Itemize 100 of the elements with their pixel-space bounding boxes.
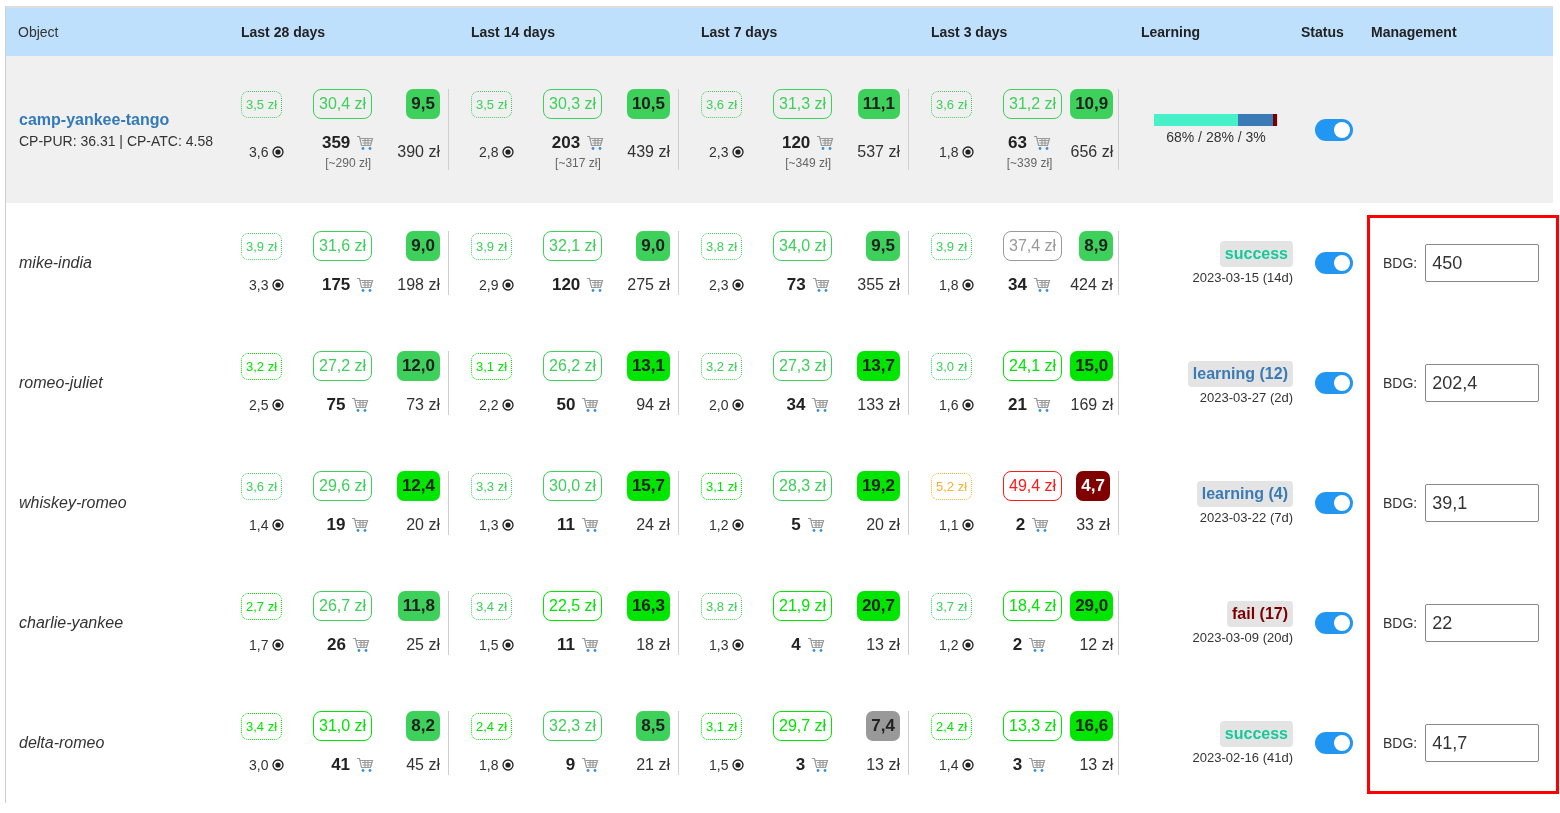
cpa-badge: 30,3 zł bbox=[543, 89, 603, 119]
column-header: Last 7 days bbox=[701, 24, 779, 40]
cpa-badge: 27,3 zł bbox=[773, 351, 833, 381]
purchases-count: 19 bbox=[326, 515, 346, 535]
target-icon bbox=[502, 399, 515, 411]
cost-value: 390 zł bbox=[397, 142, 440, 161]
purchases-count: 120 bbox=[781, 133, 811, 153]
column-header: Learning bbox=[1141, 24, 1202, 40]
cpa-badge: 26,2 zł bbox=[543, 351, 603, 381]
score-badge: 15,7 bbox=[626, 471, 670, 501]
cart-icon bbox=[1028, 637, 1047, 653]
purchases-count: 34 bbox=[786, 395, 806, 415]
clicks-value: 1,2 bbox=[709, 517, 729, 533]
campaign-name: mike-india bbox=[19, 254, 93, 272]
clicks-value: 1,8 bbox=[939, 277, 959, 293]
purchases-value: [~349 zł] bbox=[785, 156, 831, 170]
learning-date: 2023-03-15 (14d) bbox=[1192, 270, 1293, 285]
purchases-value: [~290 zł] bbox=[325, 156, 371, 170]
target-icon bbox=[732, 399, 745, 411]
cpa-badge: 28,3 zł bbox=[773, 471, 833, 501]
budget-input[interactable]: 22 bbox=[1425, 604, 1540, 642]
cpa-badge: 29,7 zł bbox=[773, 711, 833, 741]
status-toggle[interactable] bbox=[1314, 732, 1353, 754]
column-header: Last 14 days bbox=[471, 24, 557, 40]
cost-value: 24 zł bbox=[636, 516, 670, 534]
clicks-value: 1,8 bbox=[939, 143, 959, 160]
clicks-value: 1,3 bbox=[479, 517, 499, 533]
score-badge: 12,4 bbox=[396, 471, 440, 501]
cart-icon bbox=[351, 397, 370, 413]
cart-icon bbox=[1031, 517, 1050, 533]
target-icon bbox=[502, 279, 515, 291]
cpa-badge: 37,4 zł bbox=[1003, 231, 1063, 261]
cpa-badge: 21,9 zł bbox=[773, 591, 833, 621]
cost-value: 424 zł bbox=[1070, 276, 1113, 294]
cart-icon bbox=[1028, 757, 1047, 773]
target-icon bbox=[732, 759, 745, 771]
cpa-badge: 29,6 zł bbox=[313, 471, 373, 501]
purchases-count: 120 bbox=[551, 275, 581, 295]
budget-input[interactable]: 41,7 bbox=[1425, 724, 1540, 762]
purchases-count: 34 bbox=[1008, 275, 1028, 295]
budget-input[interactable]: 39,1 bbox=[1425, 484, 1540, 522]
clicks-value: 1,1 bbox=[939, 517, 959, 533]
cpa-badge: 30,4 zł bbox=[313, 89, 373, 119]
cpa-badge: 31,3 zł bbox=[773, 89, 833, 119]
target-icon bbox=[272, 519, 285, 531]
clicks-value: 1,4 bbox=[249, 517, 269, 533]
score-badge: 16,3 bbox=[626, 591, 670, 621]
budget-label: BDG: bbox=[1383, 615, 1418, 631]
score-badge: 20,7 bbox=[856, 591, 900, 621]
purchases-count: 73 bbox=[786, 275, 806, 295]
cart-icon bbox=[811, 277, 830, 293]
clicks-value: 1,4 bbox=[939, 757, 959, 773]
cpa-badge: 22,5 zł bbox=[543, 591, 603, 621]
target-icon bbox=[272, 399, 285, 411]
clicks-value: 1,6 bbox=[939, 397, 959, 413]
purchases-count: 175 bbox=[321, 275, 351, 295]
cart-icon bbox=[580, 637, 599, 653]
target-icon bbox=[272, 759, 285, 771]
learning-status: learning (12) bbox=[1187, 361, 1293, 387]
campaign-link[interactable]: camp-yankee-tango bbox=[19, 110, 241, 129]
purchases-count: 63 bbox=[1008, 133, 1028, 153]
status-toggle[interactable] bbox=[1314, 492, 1353, 514]
clicks-value: 1,8 bbox=[479, 757, 499, 773]
cpa-badge: 49,4 zł bbox=[1003, 471, 1063, 501]
cost-value: 169 zł bbox=[1070, 396, 1114, 414]
clicks-value: 1,2 bbox=[939, 637, 959, 653]
target-icon bbox=[502, 759, 515, 771]
purchases-count: 11 bbox=[556, 635, 575, 655]
status-toggle[interactable] bbox=[1314, 118, 1353, 141]
status-toggle[interactable] bbox=[1314, 372, 1353, 394]
purchases-count: 2 bbox=[1012, 635, 1023, 655]
budget-input[interactable]: 202,4 bbox=[1425, 364, 1540, 402]
target-icon bbox=[962, 279, 975, 291]
cost-value: 198 zł bbox=[397, 276, 440, 294]
target-icon bbox=[732, 639, 745, 651]
budget-label: BDG: bbox=[1383, 255, 1418, 271]
score-badge: 16,6 bbox=[1070, 711, 1114, 741]
target-icon bbox=[962, 399, 975, 411]
budget-input[interactable]: 450 bbox=[1425, 244, 1540, 282]
score-badge: 29,0 bbox=[1070, 591, 1114, 621]
column-header: Last 3 days bbox=[931, 24, 1009, 40]
purchases-count: 11 bbox=[556, 515, 575, 535]
cpa-badge: 31,6 zł bbox=[313, 231, 373, 261]
cost-value: 20 zł bbox=[866, 516, 900, 534]
clicks-value: 1,7 bbox=[249, 637, 269, 653]
learning-status: fail (17) bbox=[1227, 601, 1293, 627]
cost-value: 20 zł bbox=[406, 516, 440, 534]
budget-label: BDG: bbox=[1383, 735, 1418, 751]
score-badge: 11,8 bbox=[397, 591, 440, 621]
purchases-count: 26 bbox=[326, 635, 346, 655]
status-toggle[interactable] bbox=[1314, 612, 1353, 634]
purchases-count: 50 bbox=[556, 395, 576, 415]
target-icon bbox=[272, 145, 285, 158]
score-badge: 8,9 bbox=[1079, 231, 1113, 261]
target-icon bbox=[962, 145, 975, 158]
learning-date: 2023-03-22 (7d) bbox=[1199, 510, 1293, 525]
status-toggle[interactable] bbox=[1314, 252, 1353, 274]
cart-icon bbox=[356, 135, 375, 151]
cart-icon bbox=[811, 397, 830, 413]
purchases-count: 3 bbox=[1012, 755, 1023, 775]
